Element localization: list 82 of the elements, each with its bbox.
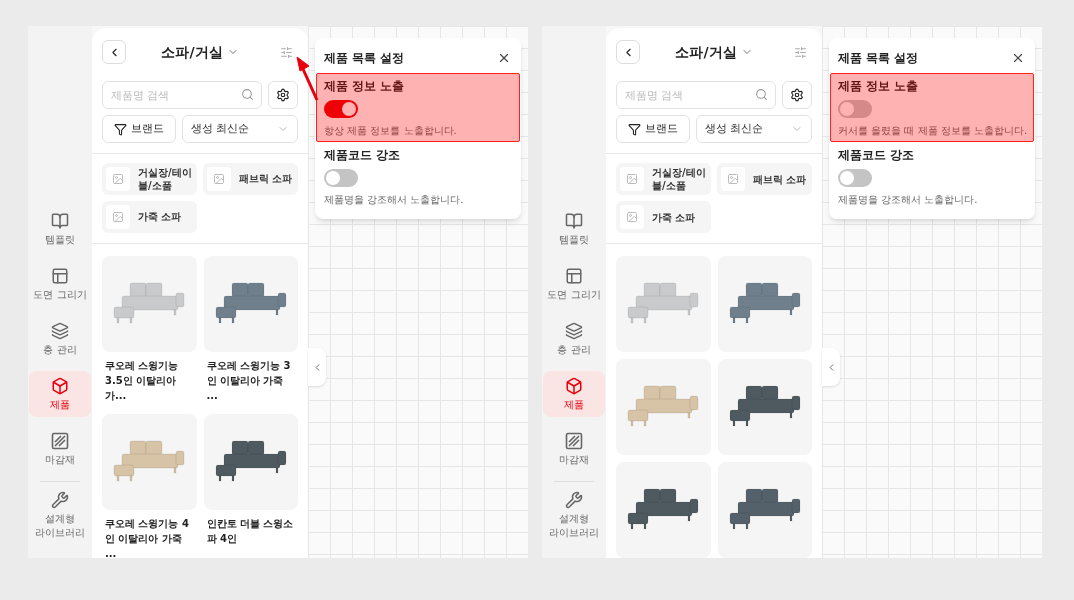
sidebar-item[interactable]: 템플릿 bbox=[29, 206, 91, 252]
wrench-icon bbox=[51, 491, 69, 509]
category-chip[interactable]: 패브릭 소파 bbox=[203, 163, 298, 195]
option-description: 항상 제품 정보를 노출합니다. bbox=[324, 124, 457, 138]
layout-icon bbox=[565, 266, 583, 285]
search-field[interactable]: 제품명 검색 bbox=[102, 81, 262, 109]
image-icon bbox=[620, 167, 644, 191]
sort-dropdown[interactable]: 생성 최신순 bbox=[696, 115, 812, 143]
image-icon bbox=[106, 167, 130, 191]
wrench-icon bbox=[565, 491, 583, 509]
image-icon bbox=[106, 205, 130, 229]
product-name: 쿠오레 스윙기능 3.5인 이탈리아 가... bbox=[104, 358, 180, 403]
toggle-switch[interactable] bbox=[324, 100, 358, 118]
settings-icon bbox=[276, 88, 290, 102]
brand-filter-button[interactable]: 브랜드 bbox=[102, 115, 176, 143]
layout-icon bbox=[51, 266, 69, 285]
category-title-dropdown[interactable]: 소파/거실 bbox=[675, 41, 753, 63]
search-icon bbox=[755, 88, 768, 101]
image-icon bbox=[620, 205, 644, 229]
toggle-switch[interactable] bbox=[838, 100, 872, 118]
search-icon bbox=[241, 88, 254, 101]
close-icon bbox=[1011, 51, 1025, 65]
sidebar-item[interactable]: 설계형 라이브러리 bbox=[29, 491, 91, 540]
sidebar-item[interactable]: 도면 그리기 bbox=[29, 261, 91, 307]
category-chip[interactable]: 패브릭 소파 bbox=[717, 163, 812, 195]
settings-icon bbox=[790, 88, 804, 102]
sliders-icon bbox=[279, 45, 293, 59]
back-button[interactable] bbox=[616, 40, 640, 64]
book-icon bbox=[51, 211, 69, 230]
sidebar-item[interactable]: 템플릿 bbox=[543, 206, 605, 252]
layers-icon bbox=[565, 321, 583, 340]
filter-icon bbox=[628, 122, 641, 136]
back-button[interactable] bbox=[102, 40, 126, 64]
settings-button[interactable] bbox=[268, 81, 298, 109]
product-card[interactable] bbox=[203, 413, 298, 510]
cube-icon bbox=[565, 376, 583, 395]
option-label: 제품 정보 노출 bbox=[324, 78, 405, 95]
product-card[interactable] bbox=[717, 462, 812, 558]
image-icon bbox=[207, 167, 231, 191]
hatched-square-icon bbox=[565, 431, 583, 450]
option-description: 제품명을 강조해서 노출합니다. bbox=[838, 193, 978, 207]
toggle-switch[interactable] bbox=[324, 169, 358, 187]
image-icon bbox=[721, 167, 745, 191]
hatched-square-icon bbox=[51, 431, 69, 450]
settings-button[interactable] bbox=[782, 81, 812, 109]
sidebar-item[interactable]: 층 관리 bbox=[543, 316, 605, 362]
option-description: 제품명을 강조해서 노출합니다. bbox=[324, 193, 464, 207]
cube-icon bbox=[51, 376, 69, 395]
product-card[interactable] bbox=[717, 359, 812, 455]
product-card[interactable] bbox=[203, 255, 298, 352]
sliders-icon bbox=[793, 45, 807, 59]
sidebar-item[interactable]: 마감재 bbox=[29, 426, 91, 472]
sidebar-item[interactable]: 마감재 bbox=[543, 426, 605, 472]
category-chip[interactable]: 거실장/테이블/소품 bbox=[102, 163, 197, 195]
sidebar-item[interactable]: 설계형 라이브러리 bbox=[543, 491, 605, 540]
book-icon bbox=[565, 211, 583, 230]
sidebar-item[interactable]: 층 관리 bbox=[29, 316, 91, 362]
sort-dropdown[interactable]: 생성 최신순 bbox=[182, 115, 298, 143]
brand-filter-button[interactable]: 브랜드 bbox=[616, 115, 690, 143]
layers-icon bbox=[51, 321, 69, 340]
close-icon bbox=[497, 51, 511, 65]
popup-title: 제품 목록 설정 bbox=[838, 50, 919, 67]
search-field[interactable]: 제품명 검색 bbox=[616, 81, 776, 109]
product-name: 쿠오레 스윙기능 3인 이탈리아 가죽 ... bbox=[205, 358, 292, 403]
sidebar-item[interactable]: 제품 bbox=[29, 371, 91, 417]
product-name: 쿠오레 스윙기능 4인 이탈리아 가죽 ... bbox=[104, 516, 190, 558]
option-label: 제품코드 강조 bbox=[324, 147, 401, 164]
popup-title: 제품 목록 설정 bbox=[324, 50, 405, 67]
product-card[interactable] bbox=[616, 462, 711, 558]
product-name: 인칸토 더블 스윙소파 4인 bbox=[205, 516, 295, 546]
filter-icon bbox=[114, 122, 127, 136]
option-description: 커서를 올렸을 때 제품 정보를 노출합니다. bbox=[838, 124, 1028, 138]
category-chip[interactable]: 가죽 소파 bbox=[616, 201, 711, 233]
category-chip[interactable]: 가죽 소파 bbox=[102, 201, 197, 233]
sidebar-item[interactable]: 도면 그리기 bbox=[543, 261, 605, 307]
option-label: 제품코드 강조 bbox=[838, 147, 915, 164]
product-card[interactable] bbox=[717, 256, 812, 352]
category-chip[interactable]: 거실장/테이블/소품 bbox=[616, 163, 711, 195]
category-title-dropdown[interactable]: 소파/거실 bbox=[161, 41, 239, 63]
sidebar-item[interactable]: 제품 bbox=[543, 371, 605, 417]
option-label: 제품 정보 노출 bbox=[838, 78, 919, 95]
toggle-switch[interactable] bbox=[838, 169, 872, 187]
